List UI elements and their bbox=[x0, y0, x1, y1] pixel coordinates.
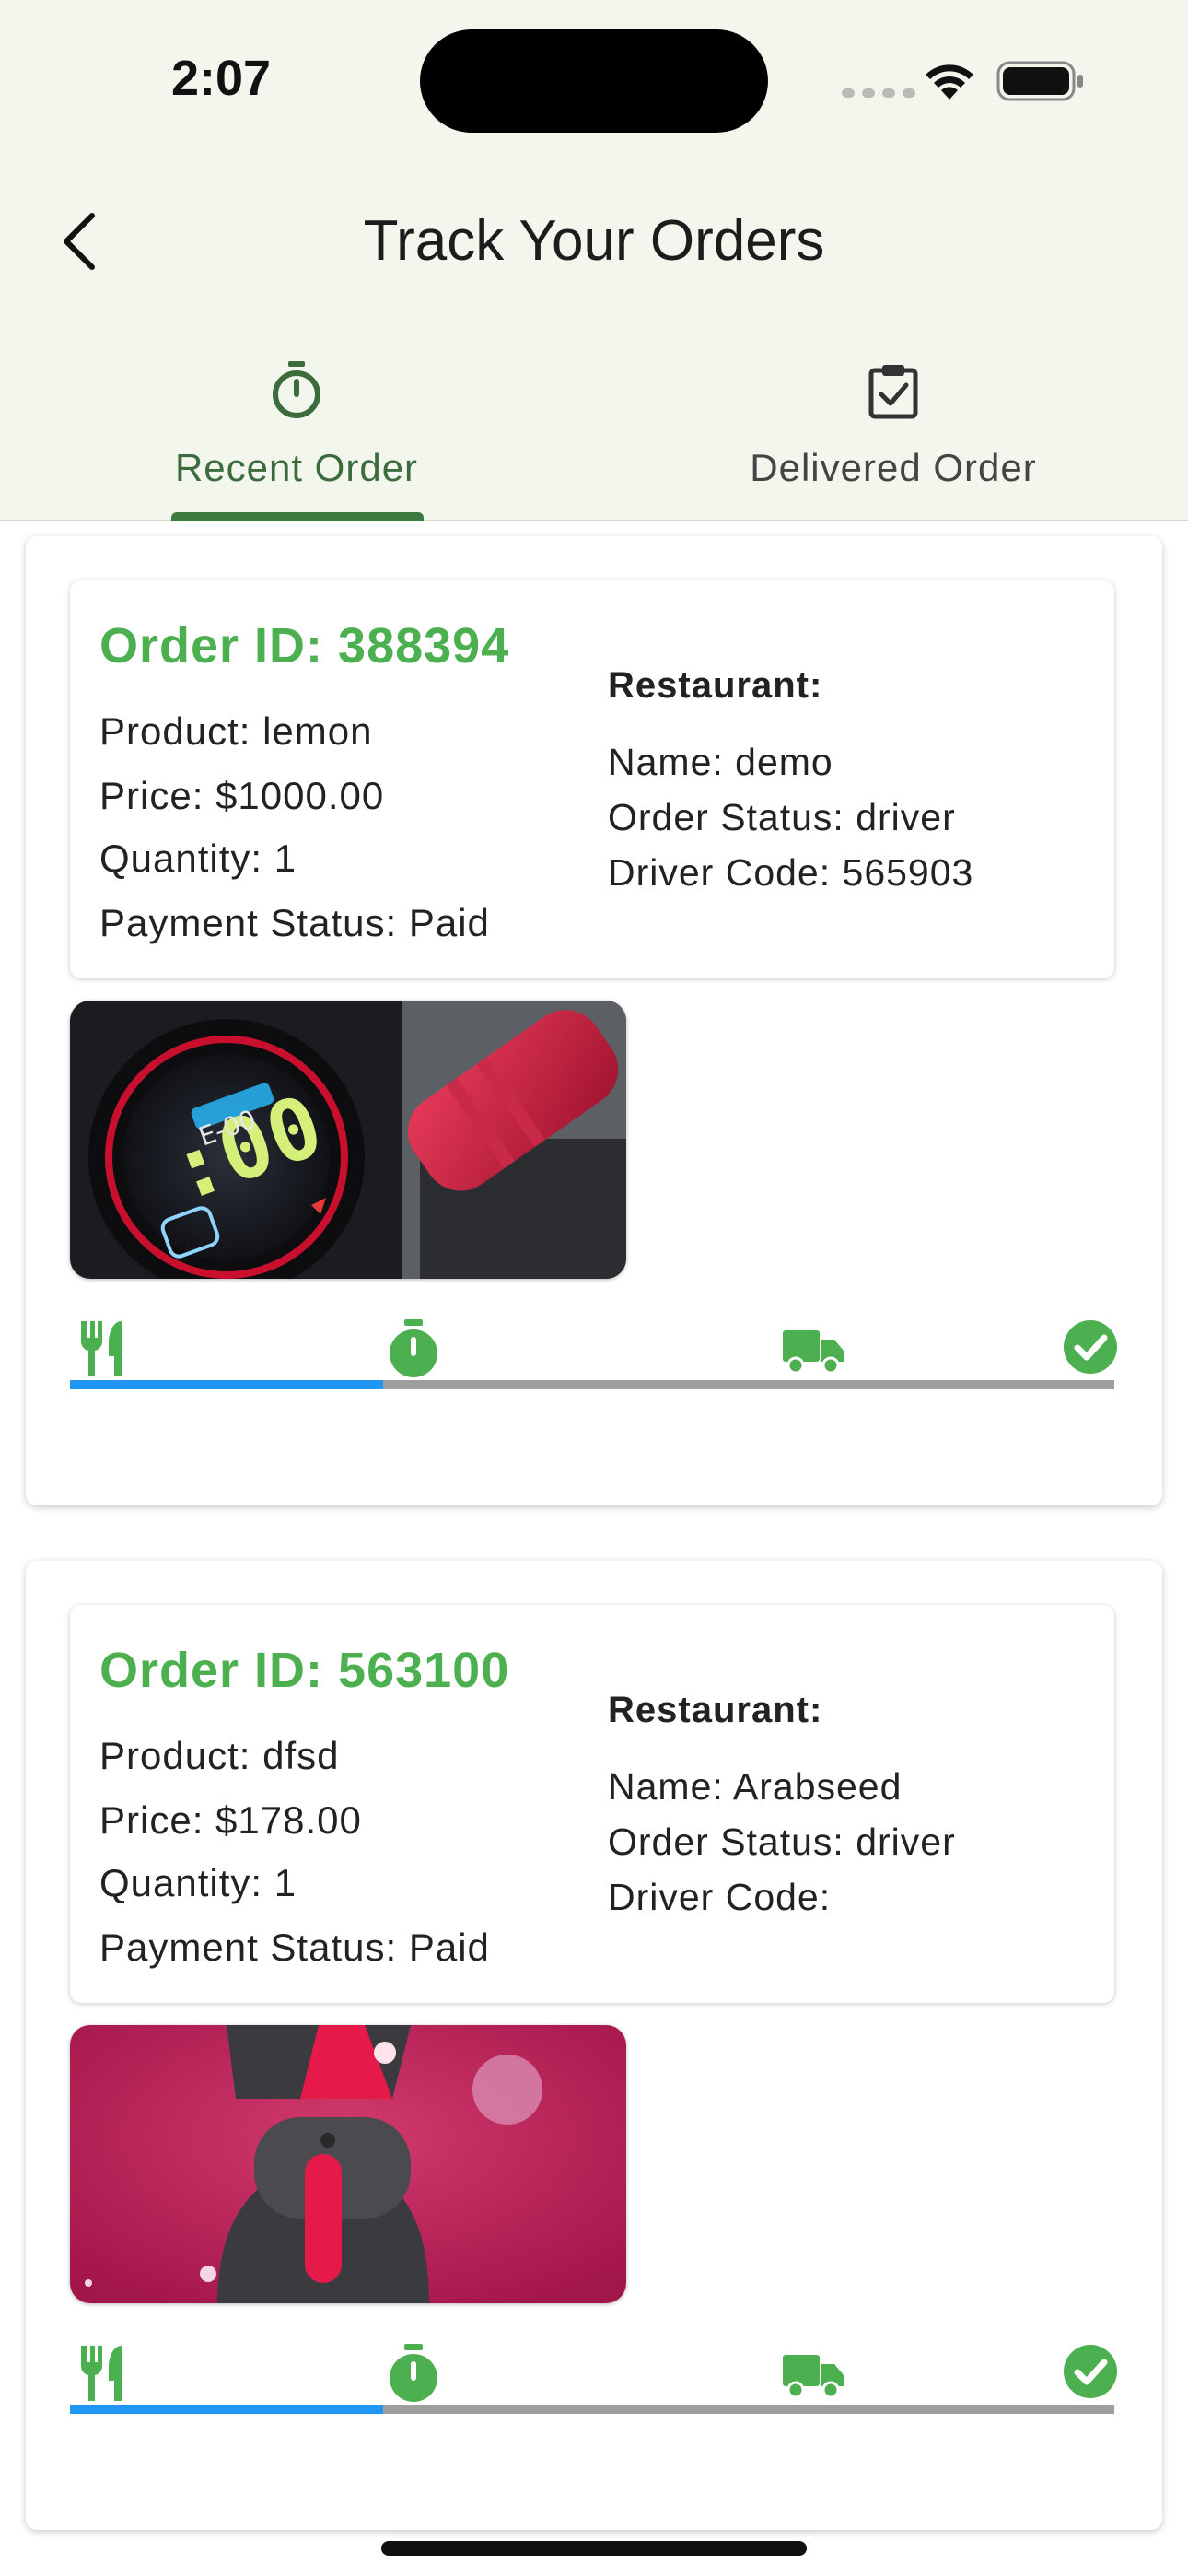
order-card[interactable]: Order ID: 563100 Product: dfsd Price: $1… bbox=[26, 1561, 1162, 2530]
order-status: Order Status: driver bbox=[608, 796, 956, 838]
order-id: Order ID: 388394 bbox=[99, 618, 510, 673]
cellular-signal-icon bbox=[842, 88, 915, 98]
timer-icon bbox=[390, 2344, 437, 2402]
product-name: Product: lemon bbox=[99, 709, 373, 753]
page-title: Track Your Orders bbox=[363, 209, 825, 273]
order-progress bbox=[70, 1319, 1117, 1393]
product-image bbox=[70, 2025, 626, 2303]
check-circle-icon bbox=[1064, 2345, 1117, 2398]
timer-icon bbox=[390, 1319, 437, 1377]
driver-code: Driver Code: 565903 bbox=[608, 851, 974, 894]
clipboard-check-icon bbox=[868, 365, 918, 419]
restaurant-heading: Restaurant: bbox=[608, 1690, 823, 1730]
home-indicator bbox=[381, 2541, 807, 2556]
order-id: Order ID: 563100 bbox=[99, 1643, 510, 1698]
timer-icon bbox=[273, 361, 320, 418]
tab-recent-order[interactable]: Recent Order bbox=[138, 350, 455, 521]
price: Price: $178.00 bbox=[99, 1798, 362, 1842]
check-circle-icon bbox=[1064, 1320, 1117, 1374]
restaurant-heading: Restaurant: bbox=[608, 665, 823, 706]
tab-label: Delivered Order bbox=[750, 446, 1037, 489]
payment-status: Payment Status: Paid bbox=[99, 901, 490, 944]
order-progress bbox=[70, 2344, 1117, 2418]
status-time: 2:07 bbox=[171, 51, 272, 106]
restaurant-icon bbox=[80, 2346, 122, 2401]
driver-code: Driver Code: bbox=[608, 1876, 832, 1918]
active-tab-indicator bbox=[171, 512, 424, 521]
order-card[interactable]: Order ID: 388394 Product: lemon Price: $… bbox=[26, 536, 1162, 1505]
product-name: Product: dfsd bbox=[99, 1734, 340, 1777]
app-header: 2:07 Track Your Orders Recent Order Deli… bbox=[0, 0, 1188, 521]
quantity: Quantity: 1 bbox=[99, 837, 297, 880]
quantity: Quantity: 1 bbox=[99, 1861, 297, 1904]
order-info-box: Order ID: 388394 Product: lemon Price: $… bbox=[70, 580, 1114, 978]
progress-fill bbox=[70, 1380, 384, 1389]
order-info-box: Order ID: 563100 Product: dfsd Price: $1… bbox=[70, 1605, 1114, 2003]
order-status: Order Status: driver bbox=[608, 1821, 956, 1863]
progress-fill bbox=[70, 2405, 384, 2414]
price: Price: $1000.00 bbox=[99, 774, 385, 817]
tab-delivered-order[interactable]: Delivered Order bbox=[700, 350, 1087, 521]
wifi-icon bbox=[926, 64, 973, 100]
product-image: :00 E-00 bbox=[70, 1001, 626, 1279]
battery-icon bbox=[996, 61, 1083, 101]
payment-status: Payment Status: Paid bbox=[99, 1926, 490, 1969]
restaurant-name: Name: demo bbox=[608, 741, 833, 783]
dynamic-island bbox=[420, 29, 768, 133]
restaurant-icon bbox=[80, 1321, 122, 1376]
tab-label: Recent Order bbox=[174, 446, 419, 489]
truck-icon bbox=[783, 1330, 844, 1375]
restaurant-name: Name: Arabseed bbox=[608, 1765, 903, 1808]
truck-icon bbox=[783, 2355, 844, 2399]
